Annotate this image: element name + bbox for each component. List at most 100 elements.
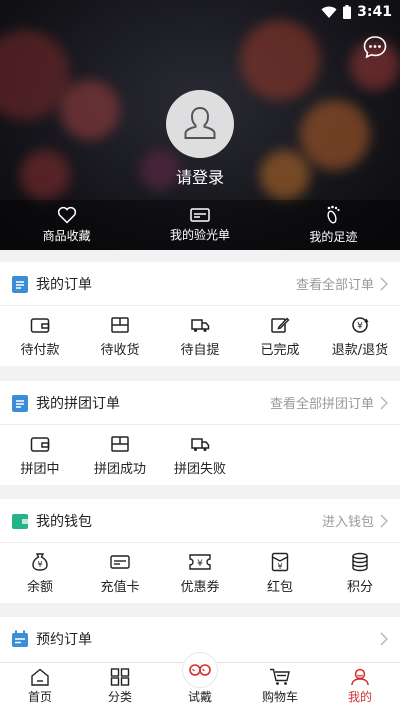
orders-section: 我的订单 查看全部订单 待付款 待收货 待自提 已完成 ¥ 退款/退货: [0, 262, 400, 366]
group-status-in-progress[interactable]: 拼团中: [0, 434, 80, 477]
item-label: 拼团中: [20, 461, 60, 477]
wallet-section-icon: [12, 513, 28, 529]
profile-icon: [351, 668, 369, 686]
red-packet-icon: ¥: [271, 552, 289, 571]
item-label: 积分: [346, 579, 373, 595]
cart-icon: [270, 668, 290, 685]
wallet-recharge-card[interactable]: 充值卡: [80, 552, 160, 595]
chevron-right-icon: [380, 277, 388, 290]
home-icon: [31, 668, 49, 686]
user-icon: [184, 106, 216, 139]
view-all-orders-link[interactable]: 查看全部订单: [296, 274, 374, 293]
money-bag-icon: ¥: [32, 552, 48, 571]
coins-icon: [352, 552, 368, 571]
nav-home[interactable]: 首页: [0, 663, 80, 710]
footprint-link[interactable]: 我的足迹: [267, 200, 400, 250]
box-icon: [111, 316, 129, 333]
clipboard-icon: [12, 394, 28, 412]
quick-link-label: 我的足迹: [309, 230, 358, 244]
section-title: 预约订单: [36, 632, 92, 648]
try-on-button[interactable]: [182, 652, 218, 688]
battery-icon: [343, 5, 352, 19]
nav-cart[interactable]: 购物车: [240, 663, 320, 710]
wallet-balance[interactable]: ¥ 余额: [0, 552, 80, 595]
order-status-refund[interactable]: ¥ 退款/退货: [320, 315, 400, 358]
status-time: 3:41: [357, 4, 392, 20]
card-icon: [190, 208, 210, 222]
orders-items: 待付款 待收货 待自提 已完成 ¥ 退款/退货: [0, 306, 400, 366]
item-label: 红包: [266, 579, 293, 595]
favorites-link[interactable]: 商品收藏: [0, 200, 133, 250]
section-title: 我的订单: [36, 276, 92, 293]
item-label: 已完成: [260, 342, 300, 358]
clipboard-icon: [12, 275, 28, 293]
prescription-link[interactable]: 我的验光单: [133, 200, 266, 250]
message-button[interactable]: [362, 34, 388, 60]
group-orders-header[interactable]: 我的拼团订单 查看全部拼团订单: [0, 381, 400, 425]
nav-profile[interactable]: 我的: [320, 663, 400, 710]
item-label: 充值卡: [100, 579, 140, 595]
profile-header: 3:41 请登录 商品收藏 我的验光单 我的足迹: [0, 0, 400, 250]
chevron-right-icon: [380, 514, 388, 527]
order-status-pending-receipt[interactable]: 待收货: [80, 315, 160, 358]
item-label: 余额: [26, 579, 53, 595]
order-status-pickup[interactable]: 待自提: [160, 315, 240, 358]
nav-label: 首页: [27, 690, 52, 704]
order-status-completed[interactable]: 已完成: [240, 315, 320, 358]
truck-icon: [191, 318, 210, 332]
section-title: 我的钱包: [36, 513, 92, 530]
nav-label: 我的: [347, 690, 372, 704]
avatar[interactable]: [166, 90, 234, 158]
wallet-coupons[interactable]: ¥ 优惠券: [160, 552, 240, 595]
orders-header[interactable]: 我的订单 查看全部订单: [0, 262, 400, 306]
group-orders-section: 我的拼团订单 查看全部拼团订单 拼团中 拼团成功 拼团失败: [0, 381, 400, 485]
svg-text:¥: ¥: [37, 560, 42, 569]
group-status-failed[interactable]: 拼团失败: [160, 434, 240, 477]
chat-bubble-icon: [363, 36, 387, 59]
quick-link-label: 我的验光单: [169, 228, 230, 242]
item-label: 拼团失败: [173, 461, 226, 477]
card-icon: [110, 554, 130, 569]
wifi-icon: [321, 6, 337, 18]
svg-text:¥: ¥: [277, 562, 282, 571]
item-label: 待自提: [180, 342, 220, 358]
group-status-success[interactable]: 拼团成功: [80, 434, 160, 477]
section-title: 我的拼团订单: [36, 395, 120, 412]
box-icon: [111, 435, 129, 452]
group-orders-items: 拼团中 拼团成功 拼团失败: [0, 425, 400, 485]
wallet-section: 我的钱包 进入钱包 ¥ 余额 充值卡 ¥ 优惠券 ¥ 红包 积分: [0, 499, 400, 603]
grid-icon: [110, 668, 130, 686]
refund-icon: ¥: [352, 316, 369, 333]
enter-wallet-link[interactable]: 进入钱包: [322, 511, 374, 530]
wallet-icon: [30, 317, 50, 333]
status-bar: 3:41: [0, 0, 400, 26]
nav-label: 分类: [107, 690, 132, 704]
glasses-icon: [189, 664, 211, 676]
wallet-red-packet[interactable]: ¥ 红包: [240, 552, 320, 595]
item-label: 拼团成功: [93, 461, 146, 477]
wallet-points[interactable]: 积分: [320, 552, 400, 595]
wallet-items: ¥ 余额 充值卡 ¥ 优惠券 ¥ 红包 积分: [0, 543, 400, 603]
truck-icon: [191, 437, 210, 451]
edit-icon: [271, 316, 290, 333]
item-label: 退款/退货: [331, 342, 389, 358]
footprint-icon: [327, 205, 340, 224]
heart-icon: [57, 206, 76, 224]
chevron-right-icon: [380, 632, 388, 646]
svg-text:¥: ¥: [197, 559, 203, 569]
login-link[interactable]: 请登录: [0, 164, 400, 188]
chevron-right-icon: [380, 396, 388, 409]
svg-text:¥: ¥: [357, 321, 363, 331]
quick-links-bar: 商品收藏 我的验光单 我的足迹: [0, 200, 400, 250]
nav-category[interactable]: 分类: [80, 663, 160, 710]
item-label: 优惠券: [180, 579, 220, 595]
view-all-group-orders-link[interactable]: 查看全部拼团订单: [270, 393, 374, 412]
quick-link-label: 商品收藏: [42, 229, 91, 243]
calendar-icon: [12, 630, 28, 647]
wallet-icon: [30, 436, 50, 452]
wallet-header[interactable]: 我的钱包 进入钱包: [0, 499, 400, 543]
item-label: 待收货: [100, 342, 140, 358]
order-status-pending-payment[interactable]: 待付款: [0, 315, 80, 358]
item-label: 待付款: [20, 342, 60, 358]
nav-label: 购物车: [261, 690, 298, 704]
